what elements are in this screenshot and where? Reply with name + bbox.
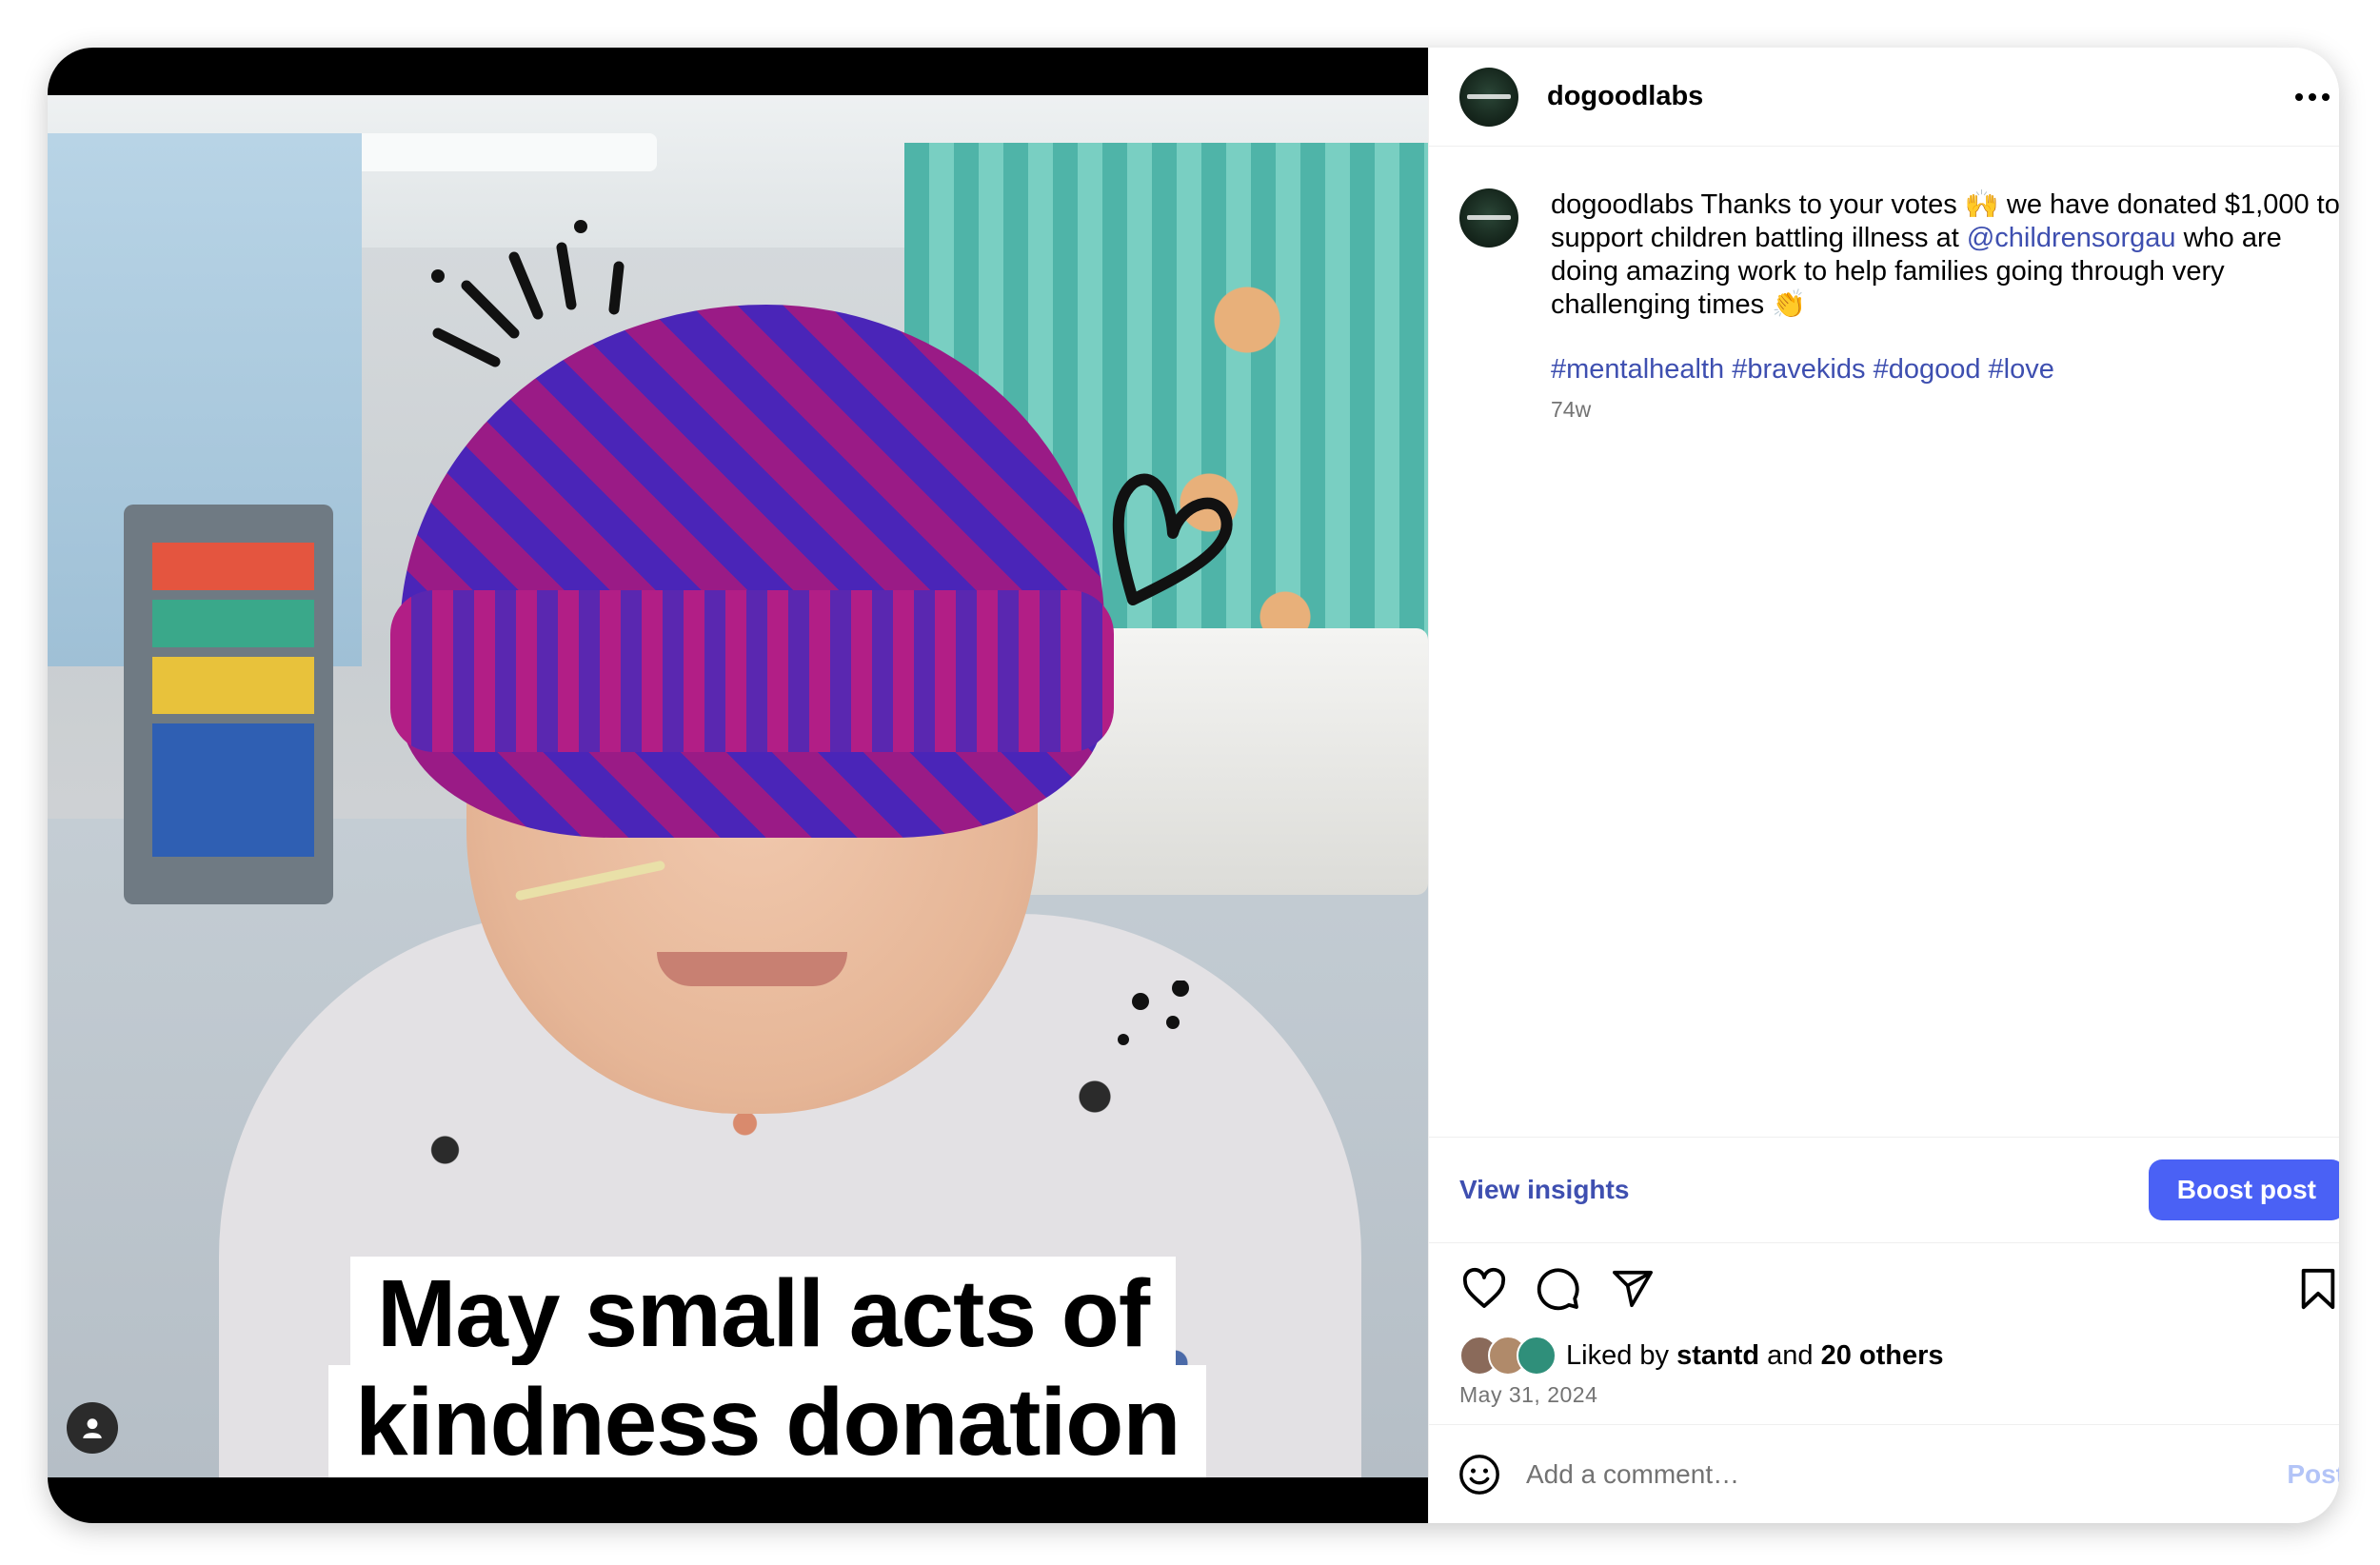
comment-composer: Post — [1429, 1424, 2339, 1523]
username-link[interactable]: dogoodlabs — [1547, 81, 1703, 112]
image-caption-line-1: May small acts of — [350, 1257, 1177, 1377]
save-button[interactable] — [2291, 1262, 2339, 1316]
liker-avatars[interactable] — [1459, 1336, 1557, 1376]
avatar[interactable] — [1459, 67, 1518, 127]
comment-icon — [1537, 1268, 1579, 1311]
share-button[interactable] — [1606, 1262, 1659, 1316]
hashtag-link[interactable]: #love — [1989, 354, 2054, 385]
insights-bar: View insights Boost post — [1429, 1137, 2339, 1243]
share-icon — [1613, 1270, 1653, 1308]
sparkle-doodle-icon — [431, 220, 625, 367]
likes-others[interactable]: 20 others — [1821, 1340, 1944, 1371]
comment-button[interactable] — [1532, 1262, 1585, 1316]
post-side-panel: dogoodlabs dogoodlabs Thanks to your vot… — [1428, 48, 2339, 1523]
emoji-icon — [1459, 1454, 1499, 1495]
more-options-button[interactable] — [2286, 84, 2339, 110]
tagged-users-button[interactable] — [67, 1402, 118, 1454]
post-media[interactable]: May small acts of kindness donation — [48, 48, 1428, 1523]
like-button[interactable] — [1458, 1262, 1511, 1316]
dots-doodle-icon — [1118, 981, 1189, 1045]
post-photo: May small acts of kindness donation — [48, 95, 1428, 1477]
bookmark-icon — [2301, 1268, 2335, 1310]
heart-doodle-icon — [1112, 473, 1233, 605]
caption-username[interactable]: dogoodlabs — [1551, 189, 1694, 220]
hashtag-link[interactable]: #bravekids — [1732, 354, 1865, 385]
likes-text[interactable]: Liked by stantd and 20 others — [1566, 1340, 1944, 1372]
view-insights-link[interactable]: View insights — [1459, 1175, 1629, 1205]
heart-icon — [1462, 1267, 1506, 1308]
post-header: dogoodlabs — [1429, 48, 2339, 147]
boost-post-button[interactable]: Boost post — [2148, 1159, 2339, 1220]
avatar[interactable] — [1459, 188, 1518, 248]
post-date: May 31, 2024 — [1459, 1382, 1598, 1407]
more-options-icon — [2295, 92, 2303, 101]
post-dialog: May small acts of kindness donation dogo… — [48, 48, 2339, 1523]
hashtag-link[interactable]: #dogood — [1874, 354, 1981, 385]
comment-input[interactable] — [1524, 1457, 2288, 1491]
mention-link[interactable]: @childrensorgau — [1967, 223, 2176, 253]
caption-text: dogoodlabs Thanks to your votes 🙌 we hav… — [1551, 188, 2339, 322]
post-age[interactable]: 74w — [1551, 397, 2339, 423]
hashtag-link[interactable]: #mentalhealth — [1551, 354, 1724, 385]
emoji-button[interactable] — [1458, 1453, 1501, 1496]
caption-section: dogoodlabs Thanks to your votes 🙌 we hav… — [1429, 147, 2339, 1137]
action-bar — [1429, 1243, 2339, 1335]
hashtag-list: #mentalhealth #bravekids #dogood #love — [1551, 354, 2339, 386]
user-icon — [83, 1418, 102, 1438]
liker-username[interactable]: stantd — [1676, 1340, 1759, 1371]
post-comment-button[interactable]: Post — [2287, 1459, 2339, 1490]
likes-summary: Liked by stantd and 20 others — [1429, 1335, 2339, 1377]
image-caption-line-2: kindness donation — [328, 1365, 1207, 1477]
